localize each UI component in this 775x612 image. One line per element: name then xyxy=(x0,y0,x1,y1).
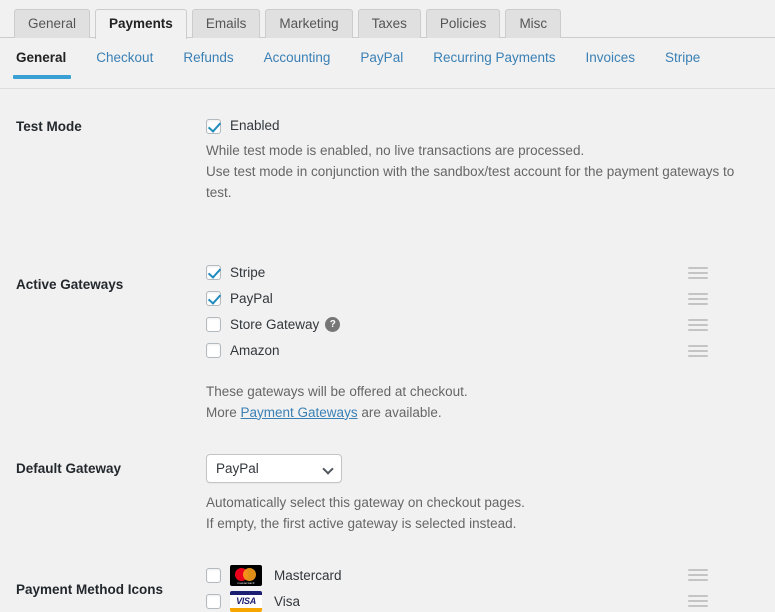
row-payment-method-icons: Payment Method Icons mastercard Masterca… xyxy=(0,562,775,612)
visa-icon: VISA xyxy=(230,590,262,612)
gateway-row-store-gateway: Store Gateway ? xyxy=(206,312,763,338)
drag-handle-icon-amazon[interactable] xyxy=(688,344,708,357)
mastercard-icon: mastercard xyxy=(230,564,262,586)
help-icon-store-gateway[interactable]: ? xyxy=(325,317,341,333)
active-gateways-description-line2: More Payment Gateways are available. xyxy=(206,403,751,424)
gateway-checkbox-store-gateway[interactable] xyxy=(206,317,221,333)
subnav-item-refunds[interactable]: Refunds xyxy=(183,38,233,79)
subnav-item-invoices[interactable]: Invoices xyxy=(586,38,636,79)
payment-method-name-visa[interactable]: Visa xyxy=(274,594,300,609)
subnav-item-accounting[interactable]: Accounting xyxy=(264,38,331,79)
visa-top-bar xyxy=(230,590,262,595)
payment-method-icons-label: Payment Method Icons xyxy=(16,582,164,598)
active-gateways-label: Active Gateways xyxy=(16,276,124,292)
payments-settings-form: Test Mode Enabled While test mode is ena… xyxy=(0,89,775,612)
row-default-gateway: Default Gateway PayPal Stripe Store Gate… xyxy=(0,453,775,535)
tab-misc[interactable]: Misc xyxy=(505,8,562,38)
subnav-item-general[interactable]: General xyxy=(12,38,72,79)
tab-taxes[interactable]: Taxes xyxy=(357,8,421,38)
active-gateways-description: These gateways will be offered at checko… xyxy=(206,382,751,424)
visa-bottom-bar xyxy=(230,607,262,612)
tab-emails[interactable]: Emails xyxy=(191,8,261,38)
gateway-checkbox-stripe[interactable] xyxy=(206,265,221,281)
test-mode-description-line2: Use test mode in conjunction with the sa… xyxy=(206,163,735,200)
tab-general[interactable]: General xyxy=(14,8,91,38)
payments-subnav: General Checkout Refunds Accounting PayP… xyxy=(0,38,775,89)
drag-handle-icon-stripe[interactable] xyxy=(688,266,708,279)
drag-handle-icon-visa[interactable] xyxy=(688,595,708,608)
gateway-name-paypal[interactable]: PayPal xyxy=(230,291,273,306)
active-gateways-description-line1: These gateways will be offered at checko… xyxy=(206,383,468,399)
tab-payments[interactable]: Payments xyxy=(95,8,187,39)
default-gateway-description: Automatically select this gateway on che… xyxy=(206,493,751,535)
gateway-row-stripe: Stripe xyxy=(206,260,763,286)
drag-handle-icon-store-gateway[interactable] xyxy=(688,318,708,331)
subnav-item-recurring-payments[interactable]: Recurring Payments xyxy=(433,38,555,79)
default-gateway-description-line1: Automatically select this gateway on che… xyxy=(206,494,525,510)
payment-method-row-mastercard: mastercard Mastercard xyxy=(206,562,763,588)
gateway-name-amazon[interactable]: Amazon xyxy=(230,343,280,358)
row-test-mode: Test Mode Enabled While test mode is ena… xyxy=(0,115,775,204)
gateway-name-stripe[interactable]: Stripe xyxy=(230,265,265,280)
drag-handle-icon-mastercard[interactable] xyxy=(688,569,708,582)
test-mode-enabled-field: Enabled xyxy=(206,115,763,137)
payment-method-row-visa: VISA Visa xyxy=(206,588,763,612)
subnav-item-paypal[interactable]: PayPal xyxy=(360,38,403,79)
payment-method-checkbox-mastercard[interactable] xyxy=(206,567,221,583)
subnav-item-stripe[interactable]: Stripe xyxy=(665,38,700,79)
default-gateway-select-wrap: PayPal Stripe Store Gateway Amazon xyxy=(206,453,342,483)
mastercard-wordmark: mastercard xyxy=(237,580,255,585)
drag-handle-icon-paypal[interactable] xyxy=(688,292,708,305)
gateway-checkbox-amazon[interactable] xyxy=(206,343,221,359)
active-gateways-description-pre: More xyxy=(206,404,241,420)
gateway-name-store-gateway[interactable]: Store Gateway xyxy=(230,317,319,332)
payment-method-checkbox-visa[interactable] xyxy=(206,593,221,609)
gateway-row-amazon: Amazon xyxy=(206,338,763,364)
row-active-gateways: Active Gateways Stripe PayPal Store Gate… xyxy=(0,260,775,424)
visa-wordmark: VISA xyxy=(236,595,256,606)
gateway-row-paypal: PayPal xyxy=(206,286,763,312)
payment-method-name-mastercard[interactable]: Mastercard xyxy=(274,568,342,583)
tab-policies[interactable]: Policies xyxy=(425,8,501,38)
payment-gateways-link[interactable]: Payment Gateways xyxy=(241,405,358,420)
mastercard-orange-circle xyxy=(243,567,256,581)
test-mode-checkbox-label[interactable]: Enabled xyxy=(230,119,280,133)
settings-tab-strip: General Payments Emails Marketing Taxes … xyxy=(0,0,775,39)
active-gateways-description-post: are available. xyxy=(357,404,442,420)
payment-method-icons-list: mastercard Mastercard VISA Visa xyxy=(206,562,763,612)
test-mode-description: While test mode is enabled, no live tran… xyxy=(206,141,751,204)
tab-marketing[interactable]: Marketing xyxy=(265,8,353,38)
default-gateway-select[interactable]: PayPal Stripe Store Gateway Amazon xyxy=(206,453,342,483)
subnav-item-checkout[interactable]: Checkout xyxy=(96,38,153,79)
default-gateway-description-line2: If empty, the first active gateway is se… xyxy=(206,515,517,531)
active-gateways-list: Stripe PayPal Store Gateway ? Amazon xyxy=(206,260,763,364)
gateway-checkbox-paypal[interactable] xyxy=(206,291,221,307)
test-mode-description-line1: While test mode is enabled, no live tran… xyxy=(206,143,585,158)
default-gateway-label: Default Gateway xyxy=(16,460,122,476)
test-mode-label: Test Mode xyxy=(16,119,82,134)
test-mode-checkbox[interactable] xyxy=(206,118,221,134)
